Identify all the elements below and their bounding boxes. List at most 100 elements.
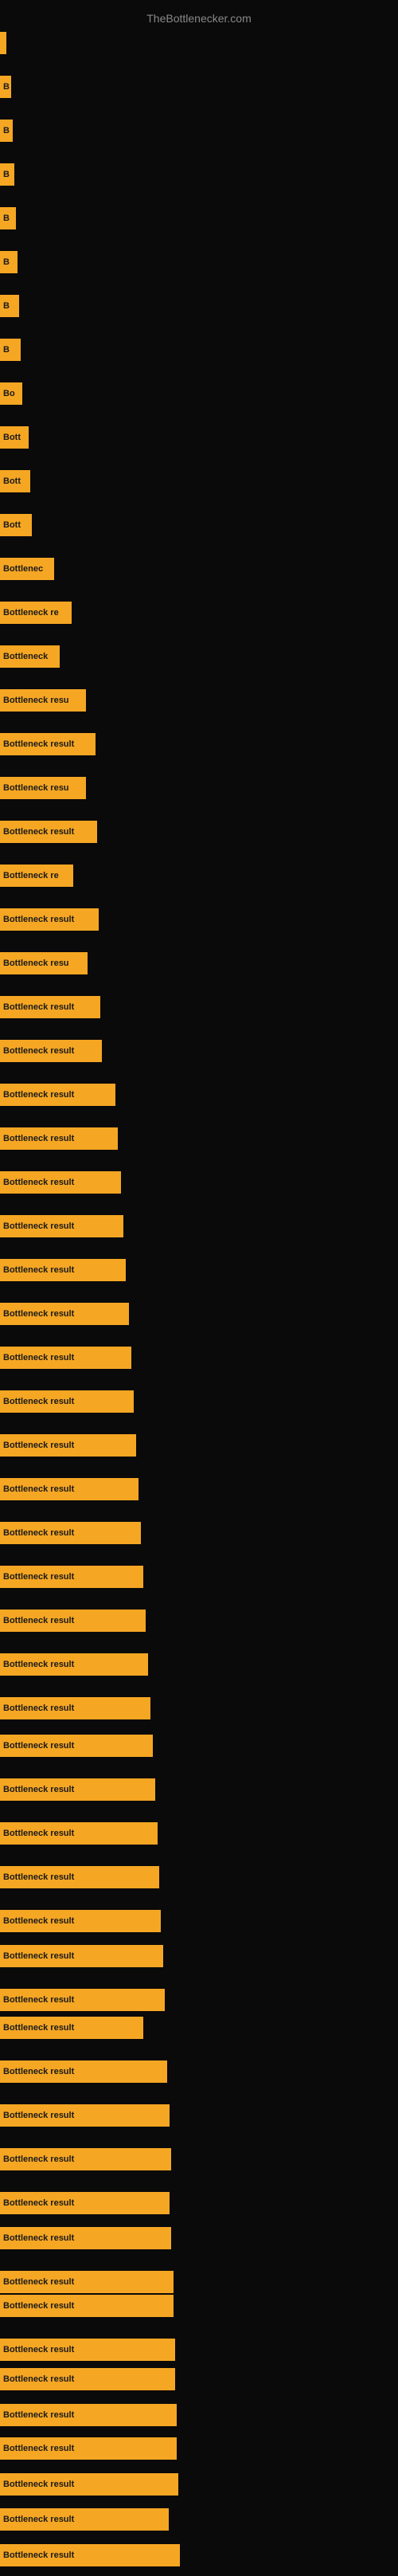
bar-label: Bottleneck result xyxy=(3,2023,74,2033)
bar-label: Bott xyxy=(3,433,21,442)
list-item: Bottleneck result xyxy=(0,1566,398,1588)
list-item: B xyxy=(0,76,398,98)
bar-label: Bottleneck result xyxy=(3,2198,74,2208)
bar-label: Bottleneck result xyxy=(3,1397,74,1406)
list-item: Bottleneck result xyxy=(0,1989,398,2011)
bar-label: B xyxy=(3,82,10,92)
list-item: Bottleneck result xyxy=(0,2017,398,2039)
list-item: Bottleneck resu xyxy=(0,689,398,712)
bar-label: Bottleneck result xyxy=(3,2374,74,2384)
list-item: B xyxy=(0,207,398,229)
list-item: Bottleneck result xyxy=(0,1866,398,1888)
list-item: Bottleneck result xyxy=(0,821,398,843)
list-item: Bottleneck result xyxy=(0,2271,398,2293)
list-item: Bottleneck result xyxy=(0,1390,398,1413)
bar-label: Bottleneck result xyxy=(3,1829,74,1838)
list-item: Bottleneck result xyxy=(0,1040,398,1062)
list-item: Bottleneck result xyxy=(0,2148,398,2170)
list-item: Bottleneck result xyxy=(0,1610,398,1632)
list-item: B xyxy=(0,339,398,361)
bar-label: Bottleneck result xyxy=(3,2444,74,2453)
list-item: Bottleneck result xyxy=(0,733,398,755)
bar-label: Bottleneck result xyxy=(3,2301,74,2311)
list-item: B xyxy=(0,251,398,273)
bar-label: Bottleneck result xyxy=(3,739,74,749)
bar-label: Bottleneck result xyxy=(3,1178,74,1187)
list-item: Bottlenec xyxy=(0,558,398,580)
bar-label: Bottleneck result xyxy=(3,1572,74,1582)
bar-label: Bottleneck result xyxy=(3,2233,74,2243)
list-item: B xyxy=(0,163,398,186)
bar-label: Bottleneck result xyxy=(3,2067,74,2076)
bar-label: Bottleneck result xyxy=(3,2155,74,2164)
bar-label: Bottleneck result xyxy=(3,1353,74,1362)
bar-label: Bottleneck result xyxy=(3,1660,74,1669)
bar-label: Bottleneck resu xyxy=(3,959,69,968)
list-item: Bott xyxy=(0,470,398,492)
bar-label: Bottleneck re xyxy=(3,608,59,618)
bar-label: Bottleneck resu xyxy=(3,696,69,705)
bar-label: Bottleneck re xyxy=(3,871,59,880)
bar-label: Bottlenec xyxy=(3,564,43,574)
list-item: Bottleneck result xyxy=(0,1945,398,1967)
list-item: Bott xyxy=(0,426,398,449)
list-item: Bottleneck result xyxy=(0,1171,398,1194)
site-title: TheBottlenecker.com xyxy=(0,4,398,29)
bar-label: Bottleneck result xyxy=(3,1785,74,1794)
list-item: Bottleneck re xyxy=(0,865,398,887)
bar-label: Bottleneck result xyxy=(3,1995,74,2005)
bar-label: Bottleneck result xyxy=(3,1528,74,1538)
bar-label: Bottleneck result xyxy=(3,1616,74,1625)
list-item: Bottleneck result xyxy=(0,996,398,1018)
bar-label: Bottleneck result xyxy=(3,2345,74,2354)
list-item: Bottleneck result xyxy=(0,1910,398,1932)
bar-label: Bottleneck xyxy=(3,652,48,661)
bar-label: Bott xyxy=(3,476,21,486)
list-item: Bottleneck result xyxy=(0,1434,398,1457)
bar-label: Bottleneck result xyxy=(3,915,74,924)
list-item: B xyxy=(0,295,398,317)
list-item: Bottleneck result xyxy=(0,2508,398,2531)
bars-container: BBBBBBBBoBottBottBottBottlenecBottleneck… xyxy=(0,32,398,2576)
list-item: Bottleneck re xyxy=(0,602,398,624)
bar-label: Bottleneck result xyxy=(3,2410,74,2420)
list-item: Bott xyxy=(0,514,398,536)
bar-label: Bottleneck result xyxy=(3,1090,74,1100)
bar-label: Bottleneck result xyxy=(3,1134,74,1143)
bar-label: B xyxy=(3,345,10,355)
bar-label: Bottleneck result xyxy=(3,1704,74,1713)
list-item: Bottleneck result xyxy=(0,2295,398,2317)
list-item: Bottleneck resu xyxy=(0,952,398,974)
list-item: Bottleneck result xyxy=(0,1778,398,1801)
list-item xyxy=(0,32,398,54)
list-item: Bottleneck result xyxy=(0,1215,398,1237)
bar-label: B xyxy=(3,257,10,267)
list-item: Bottleneck result xyxy=(0,1653,398,1676)
bar-label: Bottleneck result xyxy=(3,1484,74,1494)
list-item: Bottleneck result xyxy=(0,2437,398,2460)
list-item: Bottleneck resu xyxy=(0,777,398,799)
bar-label: B xyxy=(3,126,10,135)
bar-label: Bottleneck result xyxy=(3,1309,74,1319)
bar-label: B xyxy=(3,170,10,179)
bar-label: Bottleneck result xyxy=(3,1741,74,1751)
bar-label: Bottleneck result xyxy=(3,1951,74,1961)
bar-label: Bottleneck result xyxy=(3,1221,74,1231)
list-item: Bottleneck result xyxy=(0,1478,398,1500)
list-item: Bottleneck result xyxy=(0,2473,398,2496)
bar-label: Bottleneck result xyxy=(3,1046,74,1056)
list-item: Bottleneck xyxy=(0,645,398,668)
bar-label: Bottleneck result xyxy=(3,2480,74,2489)
bar-label: B xyxy=(3,214,10,223)
list-item: Bottleneck result xyxy=(0,1522,398,1544)
bar-label: Bottleneck result xyxy=(3,1872,74,1882)
list-item: Bottleneck result xyxy=(0,2104,398,2127)
list-item: Bottleneck result xyxy=(0,1303,398,1325)
bar-label: B xyxy=(3,301,10,311)
list-item: Bottleneck result xyxy=(0,1735,398,1757)
bar-label: Bottleneck result xyxy=(3,1916,74,1926)
bar-label: Bottleneck result xyxy=(3,2515,74,2524)
list-item: Bottleneck result xyxy=(0,2544,398,2566)
list-item: Bottleneck result xyxy=(0,2368,398,2390)
list-item: Bottleneck result xyxy=(0,2339,398,2361)
